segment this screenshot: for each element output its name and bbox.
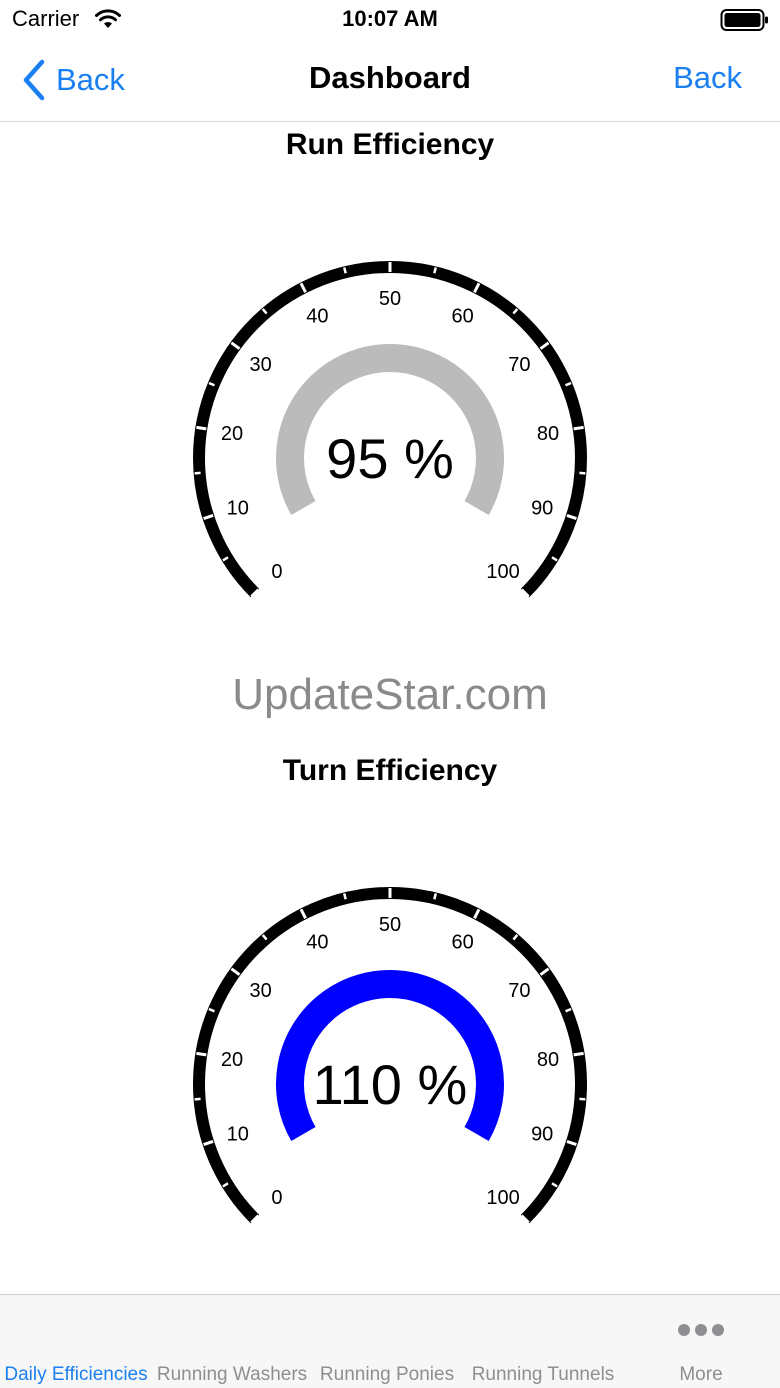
tab-more-label: More bbox=[660, 1364, 742, 1386]
tab-running-tunnels[interactable]: Running Tunnels bbox=[466, 1295, 620, 1388]
turn-efficiency-gauge-tick-label: 0 bbox=[271, 1187, 282, 1209]
run-efficiency-gauge-tick-label: 50 bbox=[379, 288, 401, 310]
turn-efficiency-title: Turn Efficiency bbox=[0, 754, 780, 788]
status-time: 10:07 AM bbox=[0, 6, 780, 32]
watermark-text: UpdateStar.com bbox=[0, 670, 780, 720]
tab-running-tunnels-label: Running Tunnels bbox=[466, 1364, 620, 1386]
back-button-right[interactable]: Back bbox=[673, 60, 742, 96]
tab-running-ponies[interactable]: Running Ponies bbox=[312, 1295, 462, 1388]
turn-efficiency-gauge-tick-mark bbox=[344, 893, 345, 899]
status-bar: Carrier 10:07 AM bbox=[0, 0, 780, 40]
more-dots-icon bbox=[677, 1323, 725, 1337]
tab-bar: Daily Efficiencies Running Washers Runni… bbox=[0, 1294, 780, 1388]
run-efficiency-gauge-tick-mark bbox=[344, 267, 345, 273]
back-button-left[interactable]: Back bbox=[20, 58, 125, 102]
tab-running-washers[interactable]: Running Washers bbox=[156, 1295, 308, 1388]
turn-efficiency-value: 110 % bbox=[190, 1052, 590, 1117]
run-efficiency-gauge-tick-label: 90 bbox=[531, 497, 553, 519]
tab-more[interactable]: More bbox=[660, 1295, 742, 1388]
tab-running-washers-label: Running Washers bbox=[156, 1364, 308, 1386]
run-efficiency-value: 95 % bbox=[190, 426, 590, 491]
run-efficiency-gauge-tick-label: 10 bbox=[227, 497, 249, 519]
battery-icon bbox=[720, 8, 770, 32]
tab-daily-efficiencies[interactable]: Daily Efficiencies bbox=[0, 1295, 152, 1388]
run-efficiency-gauge-tick-label: 40 bbox=[306, 305, 328, 327]
turn-efficiency-gauge-tick-mark bbox=[434, 893, 435, 899]
turn-efficiency-gauge-tick-label: 30 bbox=[249, 980, 271, 1002]
run-efficiency-gauge-tick-label: 60 bbox=[451, 305, 473, 327]
chevron-left-icon bbox=[20, 58, 48, 102]
run-efficiency-gauge-tick-label: 70 bbox=[508, 354, 530, 376]
navigation-bar: Back Dashboard Back bbox=[0, 40, 780, 122]
run-efficiency-gauge-tick-label: 0 bbox=[271, 561, 282, 583]
turn-efficiency-gauge-tick-label: 90 bbox=[531, 1123, 553, 1145]
turn-efficiency-gauge: 0102030405060708090100 110 % bbox=[190, 884, 590, 1224]
turn-efficiency-gauge-tick-label: 60 bbox=[451, 931, 473, 953]
run-efficiency-gauge-tick-label: 100 bbox=[486, 561, 519, 583]
turn-efficiency-gauge-tick-label: 70 bbox=[508, 980, 530, 1002]
run-efficiency-gauge-tick-mark bbox=[434, 267, 435, 273]
turn-efficiency-gauge-tick-label: 10 bbox=[227, 1123, 249, 1145]
tab-running-ponies-label: Running Ponies bbox=[312, 1364, 462, 1386]
tab-daily-efficiencies-label: Daily Efficiencies bbox=[0, 1364, 152, 1386]
turn-efficiency-gauge-tick-label: 40 bbox=[306, 931, 328, 953]
run-efficiency-gauge: 0102030405060708090100 95 % bbox=[190, 258, 590, 598]
turn-efficiency-gauge-tick-label: 50 bbox=[379, 914, 401, 936]
turn-efficiency-gauge-tick-label: 100 bbox=[486, 1187, 519, 1209]
run-efficiency-gauge-tick-label: 30 bbox=[249, 354, 271, 376]
back-button-left-label: Back bbox=[56, 62, 125, 98]
run-efficiency-title: Run Efficiency bbox=[0, 128, 780, 162]
